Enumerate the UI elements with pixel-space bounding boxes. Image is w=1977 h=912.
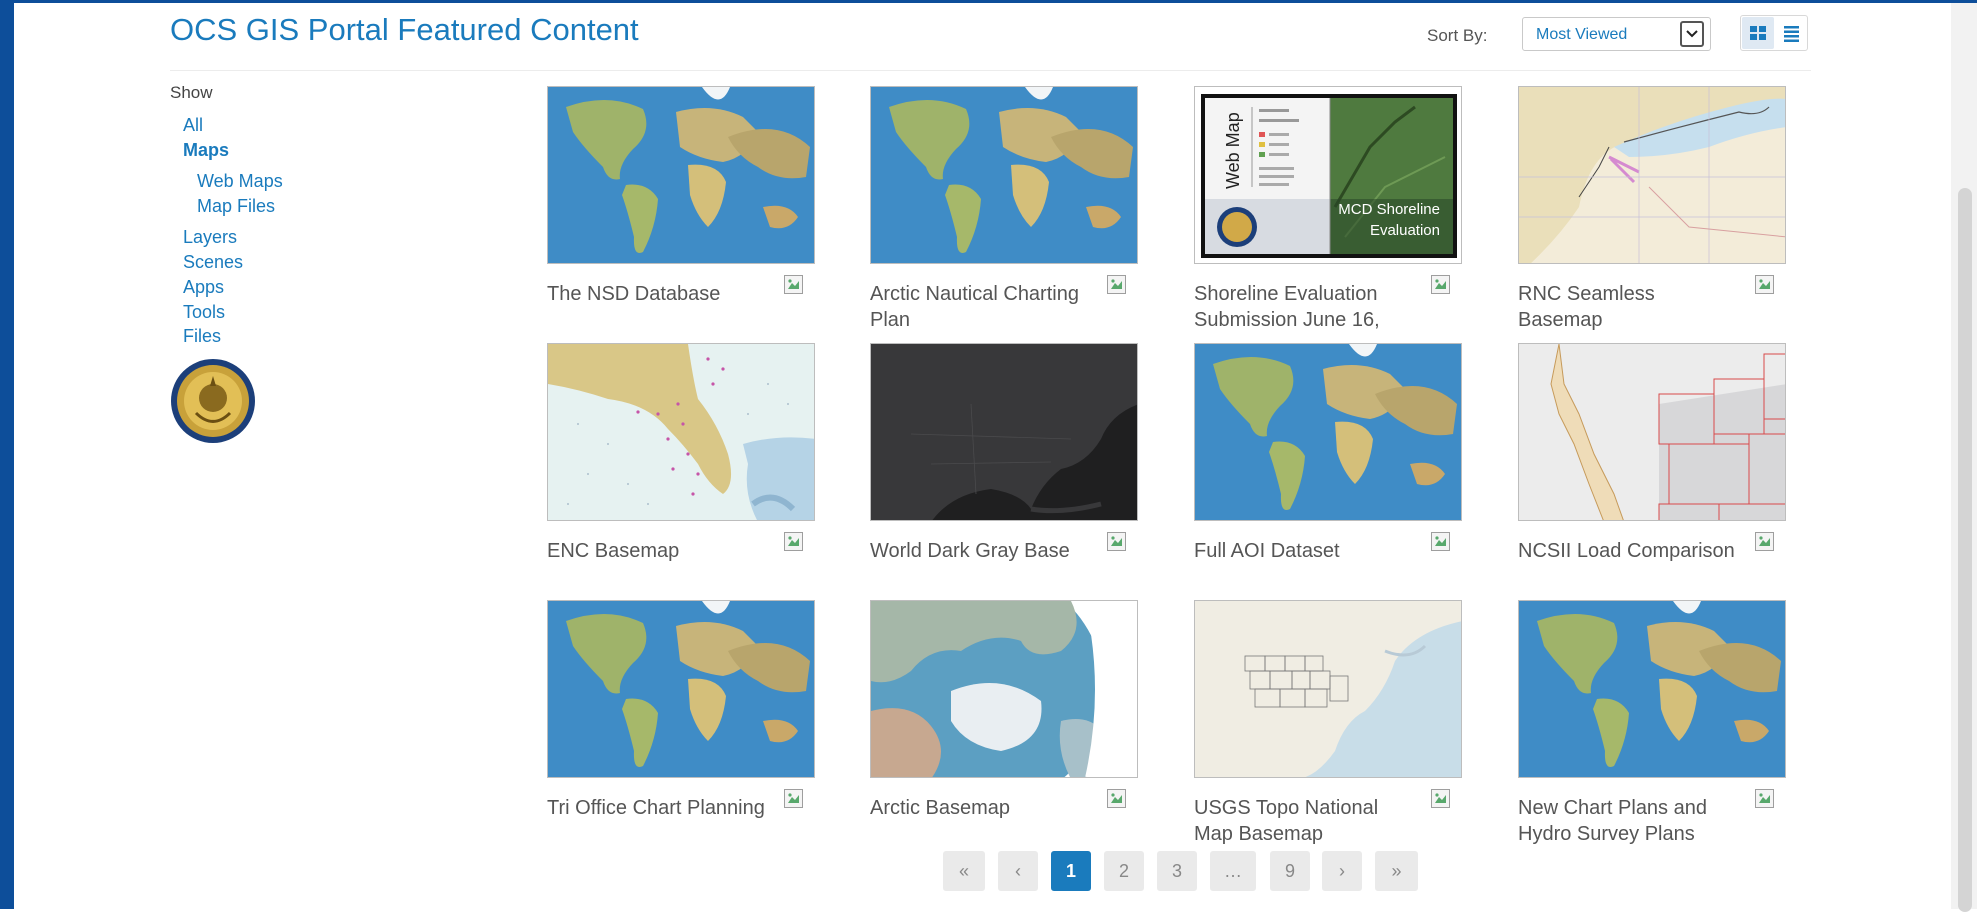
item-thumbnail[interactable] bbox=[1518, 343, 1786, 521]
scrollbar-thumb[interactable] bbox=[1958, 188, 1972, 912]
window-top-border bbox=[0, 0, 1977, 3]
pagination-next[interactable]: › bbox=[1322, 851, 1362, 891]
item-title[interactable]: Full AOI Dataset bbox=[1194, 538, 1419, 564]
pagination-page[interactable]: 1 bbox=[1051, 851, 1091, 891]
pagination-ellipsis: … bbox=[1210, 851, 1256, 891]
item-card: Tri Office Chart Planning bbox=[547, 600, 815, 819]
item-thumbnail[interactable]: Web Map MCD Shoreline Evaluation bbox=[1194, 86, 1462, 264]
item-title[interactable]: New Chart Plans and Hydro Survey Plans bbox=[1518, 795, 1743, 847]
pagination-page[interactable]: 9 bbox=[1270, 851, 1310, 891]
page-title: OCS GIS Portal Featured Content bbox=[170, 12, 639, 47]
item-title[interactable]: Arctic Nautical Charting Plan bbox=[870, 281, 1095, 333]
map-icon bbox=[1107, 789, 1126, 808]
map-icon bbox=[1431, 275, 1450, 294]
grid-view-button[interactable] bbox=[1742, 17, 1774, 49]
thumb-banner-line-1: MCD Shoreline bbox=[1338, 201, 1440, 218]
map-icon bbox=[1107, 532, 1126, 551]
filter-all[interactable]: All bbox=[183, 115, 203, 136]
item-card: The NSD Database bbox=[547, 86, 815, 305]
item-title[interactable]: Tri Office Chart Planning bbox=[547, 795, 787, 821]
pagination-first[interactable]: « bbox=[943, 851, 985, 891]
item-card: Web Map MCD Shoreline Evaluation Shoreli… bbox=[1194, 86, 1462, 331]
map-icon bbox=[1431, 532, 1450, 551]
item-card: USGS Topo National Map Basemap bbox=[1194, 600, 1462, 845]
item-title[interactable]: The NSD Database bbox=[547, 281, 772, 307]
item-card: RNC Seamless Basemap bbox=[1518, 86, 1786, 331]
window-left-border bbox=[0, 0, 14, 909]
pagination-last[interactable]: » bbox=[1375, 851, 1418, 891]
item-card: Arctic Nautical Charting Plan bbox=[870, 86, 1138, 331]
item-title[interactable]: World Dark Gray Base bbox=[870, 538, 1095, 564]
filter-maps[interactable]: Maps bbox=[183, 140, 229, 161]
item-title[interactable]: Arctic Basemap bbox=[870, 795, 1095, 821]
map-icon bbox=[784, 275, 803, 294]
item-thumbnail[interactable] bbox=[1518, 86, 1786, 264]
item-card: Arctic Basemap bbox=[870, 600, 1138, 819]
map-icon bbox=[784, 532, 803, 551]
item-card: NCSII Load Comparison bbox=[1518, 343, 1786, 562]
pagination-page[interactable]: 3 bbox=[1157, 851, 1197, 891]
header-divider bbox=[170, 70, 1811, 71]
chevron-down-icon[interactable] bbox=[1680, 21, 1704, 47]
item-title[interactable]: ENC Basemap bbox=[547, 538, 772, 564]
filter-web-maps[interactable]: Web Maps bbox=[197, 171, 283, 192]
pagination-page[interactable]: 2 bbox=[1104, 851, 1144, 891]
thumb-side-text: Web Map bbox=[1223, 112, 1243, 189]
item-thumbnail[interactable] bbox=[1194, 600, 1462, 778]
agency-seal-logo bbox=[171, 359, 255, 443]
view-toggle bbox=[1740, 15, 1808, 51]
item-thumbnail[interactable] bbox=[1194, 343, 1462, 521]
filter-scenes[interactable]: Scenes bbox=[183, 252, 243, 273]
item-thumbnail[interactable] bbox=[870, 86, 1138, 264]
pagination-prev[interactable]: ‹ bbox=[998, 851, 1038, 891]
map-icon bbox=[784, 789, 803, 808]
vertical-scrollbar[interactable] bbox=[1951, 3, 1977, 912]
item-thumbnail[interactable] bbox=[870, 343, 1138, 521]
item-card: World Dark Gray Base bbox=[870, 343, 1138, 562]
item-card: Full AOI Dataset bbox=[1194, 343, 1462, 562]
item-thumbnail[interactable] bbox=[1518, 600, 1786, 778]
filter-apps[interactable]: Apps bbox=[183, 277, 224, 298]
item-title[interactable]: Shoreline Evaluation Submission June 16, bbox=[1194, 281, 1419, 333]
item-thumbnail[interactable] bbox=[547, 343, 815, 521]
item-title[interactable]: RNC Seamless Basemap bbox=[1518, 281, 1743, 333]
map-icon bbox=[1107, 275, 1126, 294]
map-icon bbox=[1755, 532, 1774, 551]
sort-label: Sort By: bbox=[1427, 26, 1488, 45]
item-card: New Chart Plans and Hydro Survey Plans bbox=[1518, 600, 1786, 845]
map-icon bbox=[1755, 275, 1774, 294]
sort-selected-value: Most Viewed bbox=[1536, 26, 1628, 43]
sort-select[interactable]: Most Viewed bbox=[1522, 17, 1711, 51]
item-card: ENC Basemap bbox=[547, 343, 815, 562]
list-view-icon bbox=[1784, 26, 1799, 42]
filter-heading: Show bbox=[170, 83, 213, 102]
item-title[interactable]: USGS Topo National Map Basemap bbox=[1194, 795, 1419, 847]
filter-tools[interactable]: Tools bbox=[183, 302, 225, 323]
filter-files[interactable]: Files bbox=[183, 326, 221, 347]
item-thumbnail[interactable] bbox=[547, 600, 815, 778]
item-title[interactable]: NCSII Load Comparison bbox=[1518, 538, 1743, 564]
map-icon bbox=[1755, 789, 1774, 808]
thumb-banner-line-2: Evaluation bbox=[1370, 222, 1440, 239]
list-view-button[interactable] bbox=[1775, 17, 1807, 49]
map-icon bbox=[1431, 789, 1450, 808]
filter-layers[interactable]: Layers bbox=[183, 227, 237, 248]
filter-map-files[interactable]: Map Files bbox=[197, 196, 275, 217]
grid-view-icon bbox=[1750, 26, 1766, 40]
item-thumbnail[interactable] bbox=[547, 86, 815, 264]
item-thumbnail[interactable] bbox=[870, 600, 1138, 778]
